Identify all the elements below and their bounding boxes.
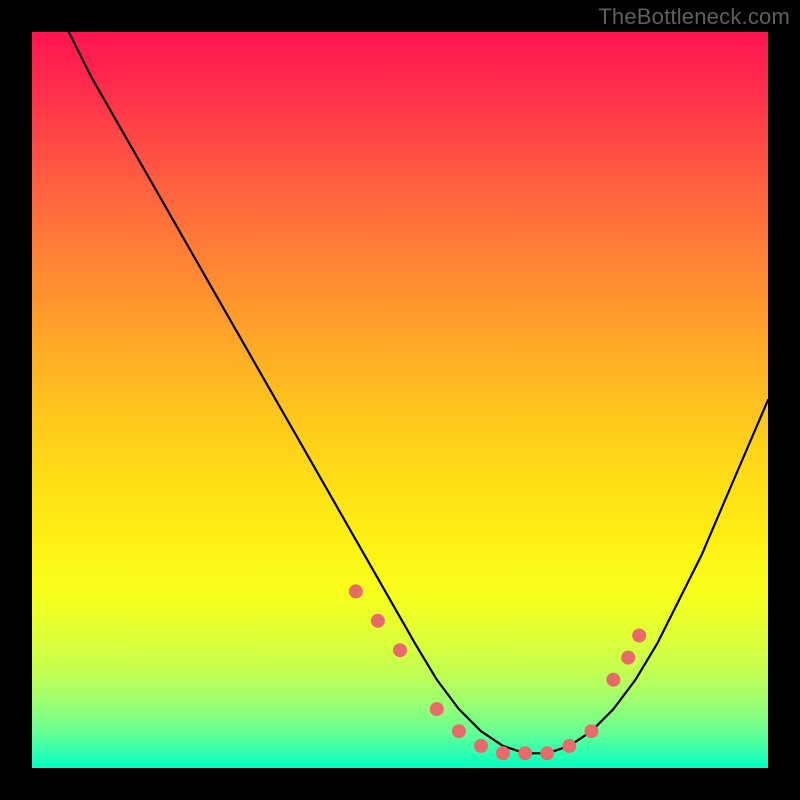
plot-area <box>32 32 768 768</box>
marker-point <box>474 739 488 753</box>
marker-point <box>540 746 554 760</box>
marker-point <box>632 629 646 643</box>
marker-point <box>621 651 635 665</box>
marker-point <box>584 724 598 738</box>
marker-point <box>371 614 385 628</box>
marker-point <box>430 702 444 716</box>
attribution-text: TheBottleneck.com <box>598 4 790 30</box>
highlight-markers <box>349 584 646 760</box>
curve-layer <box>32 32 768 768</box>
marker-point <box>606 673 620 687</box>
chart-frame: TheBottleneck.com <box>0 0 800 800</box>
marker-point <box>452 724 466 738</box>
marker-point <box>562 739 576 753</box>
marker-point <box>496 746 510 760</box>
bottleneck-curve <box>69 32 768 753</box>
marker-point <box>349 584 363 598</box>
marker-point <box>518 746 532 760</box>
marker-point <box>393 643 407 657</box>
